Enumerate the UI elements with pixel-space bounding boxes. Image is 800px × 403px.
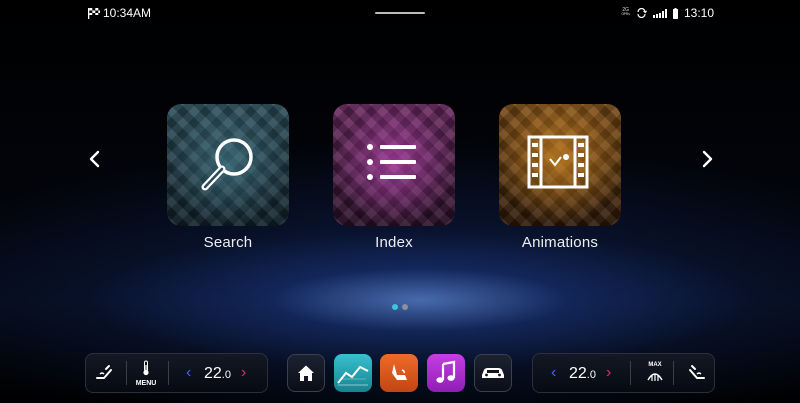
page-indicator-dot[interactable] <box>402 304 408 310</box>
battery-icon <box>672 7 678 19</box>
left-temp-decrease-chevron[interactable]: ‹ <box>186 364 191 382</box>
left-temp-increase-chevron[interactable]: › <box>241 364 246 382</box>
previous-page-arrow-icon[interactable] <box>85 148 105 170</box>
seat-heating-passenger-icon[interactable] <box>685 364 707 382</box>
divider <box>168 361 169 385</box>
divider <box>126 361 127 385</box>
status-clock-left: 10:34AM <box>103 6 152 20</box>
divider <box>673 361 674 385</box>
status-clock-right: 13:10 <box>683 6 714 20</box>
network-type-sub: ᴳᴾᴿˢ <box>621 12 630 18</box>
divider <box>630 361 631 385</box>
navigation-map-icon <box>337 365 369 386</box>
seat-settings-button[interactable] <box>380 354 418 392</box>
max-defrost-label[interactable]: MAX <box>643 362 667 368</box>
animations-app-label: Animations <box>521 234 599 251</box>
left-temperature-value: 22.0 <box>204 365 231 382</box>
index-app-label: Index <box>375 234 413 251</box>
pull-down-handle[interactable] <box>375 12 425 14</box>
status-right: 2G ᴳᴾᴿˢ 13:10 <box>621 5 714 21</box>
sync-icon <box>637 8 647 18</box>
status-left: 10:34AM <box>88 5 151 21</box>
temperature-decimal: .0 <box>586 369 596 381</box>
max-defrost-icon[interactable] <box>646 369 664 383</box>
checkered-flag-icon <box>88 7 100 19</box>
home-button[interactable] <box>287 354 325 392</box>
search-app-label: Search <box>203 234 253 251</box>
network-type: 2G ᴳᴾᴿˢ <box>621 8 630 18</box>
climate-menu-label[interactable]: MENU <box>133 380 159 387</box>
seat-heating-driver-icon[interactable] <box>94 364 116 382</box>
right-temp-decrease-chevron[interactable]: ‹ <box>551 364 556 382</box>
thermometer-icon[interactable] <box>141 360 151 376</box>
home-icon <box>298 365 314 381</box>
magnifier-icon <box>201 138 253 191</box>
vehicle-button[interactable] <box>474 354 512 392</box>
temperature-decimal: .0 <box>221 369 231 381</box>
music-button[interactable] <box>427 354 465 392</box>
search-app-tile[interactable] <box>167 104 289 226</box>
navigation-button[interactable] <box>334 354 372 392</box>
right-temp-increase-chevron[interactable]: › <box>606 364 611 382</box>
music-note-icon <box>436 360 456 383</box>
right-temperature-value: 22.0 <box>569 365 596 382</box>
page-indicator-dot-active[interactable] <box>392 304 398 310</box>
film-icon <box>527 135 589 189</box>
list-icon <box>367 144 416 180</box>
signal-strength-icon <box>652 8 667 18</box>
seat-icon <box>392 364 407 380</box>
next-page-arrow-icon[interactable] <box>697 148 717 170</box>
animations-app-tile[interactable] <box>499 104 621 226</box>
car-icon <box>482 368 504 378</box>
index-app-tile[interactable] <box>333 104 455 226</box>
